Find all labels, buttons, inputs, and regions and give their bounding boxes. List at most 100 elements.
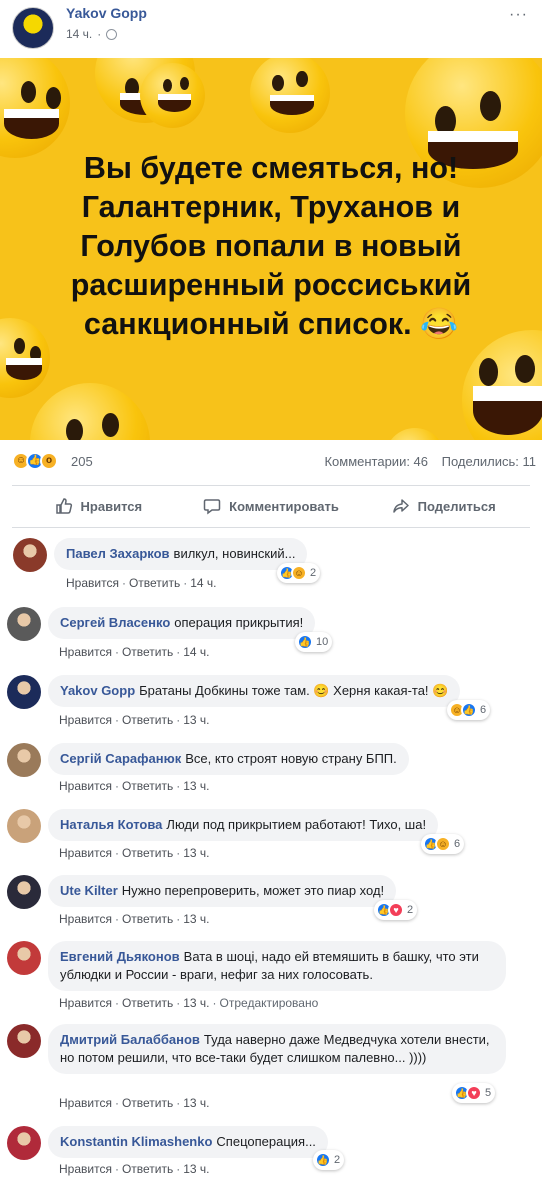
comment-bubble: Konstantin Klimashenko Спецоперация... [48, 1126, 328, 1158]
comment-label: Комментировать [229, 498, 339, 514]
comment-like-link[interactable]: Нравится [59, 713, 112, 727]
comment-like-link[interactable]: Нравится [59, 912, 112, 926]
comment-time[interactable]: 13 ч. [183, 779, 209, 793]
commenter-avatar[interactable] [7, 743, 41, 777]
reaction-icons[interactable]: ☺ 👍 o [12, 452, 58, 470]
author-name[interactable]: Yakov Gopp [66, 5, 147, 21]
comment-reply-link[interactable]: Ответить [122, 645, 173, 659]
comment-like-link[interactable]: Нравится [66, 576, 119, 590]
comment-author[interactable]: Наталья Котова [60, 817, 162, 832]
comment-bubble: Yakov Gopp Братаны Добкины тоже там. 😊 Хе… [48, 675, 461, 707]
reaction-count: 6 [454, 838, 461, 850]
comment-bubble: Сергій Сарафанюк Все, кто строят новую ст… [48, 743, 409, 775]
commenter-avatar[interactable] [7, 875, 41, 909]
comment-author[interactable]: Евгений Дьяконов [60, 949, 180, 964]
comment-reply-link[interactable]: Ответить [122, 713, 173, 727]
comment-reactions[interactable]: 👍 ☺ 2 [277, 563, 321, 583]
comment-actions: Нравится · Ответить · 13 ч. · Отредактировано [59, 996, 318, 1010]
comment-bubble: Сергей Власенко операция прикрытия! [48, 607, 316, 639]
post-text-line-content: санкционный список. [83, 307, 412, 341]
comment-author[interactable]: Yakov Gopp [60, 683, 135, 698]
comment-reactions[interactable]: 👍 2 [313, 1150, 345, 1170]
comment-reply-link[interactable]: Ответить [122, 996, 173, 1010]
post-meta: 14 ч. · [66, 27, 118, 41]
meta-dot: · [97, 27, 102, 41]
post-header: Yakov Gopp 14 ч. · ··· [0, 0, 542, 56]
comment-reactions[interactable]: 👍 ♥ 5 [452, 1083, 496, 1103]
comment-time[interactable]: 13 ч. [183, 713, 209, 727]
commenter-avatar[interactable] [7, 1126, 41, 1160]
comment-like-link[interactable]: Нравится [59, 645, 112, 659]
share-label: Поделиться [417, 498, 496, 514]
post-stats: Комментарии: 46 Поделились: 11 [314, 454, 536, 469]
comment-time[interactable]: 14 ч. [190, 576, 216, 590]
reaction-count[interactable]: 205 [71, 454, 93, 469]
comment-bubble: Евгений Дьяконов Вата в шоці, надо ей вте… [48, 941, 506, 991]
comment-time[interactable]: 13 ч. [183, 1162, 209, 1176]
comment-like-link[interactable]: Нравится [59, 779, 112, 793]
comment-reactions[interactable]: ☺ 👍 6 [447, 700, 491, 720]
comment-author[interactable]: Сергей Власенко [60, 615, 170, 630]
comment-time[interactable]: 13 ч. [183, 996, 209, 1010]
comment-actions: Нравится · Ответить · 13 ч. [59, 1096, 210, 1110]
comment-reply-link[interactable]: Ответить [122, 779, 173, 793]
commenter-avatar[interactable] [13, 538, 47, 572]
comment-reactions[interactable]: 👍 ♥ 2 [374, 900, 418, 920]
reactions-bar: ☺ 👍 o 205 Комментарии: 46 Поделились: 11 [0, 446, 542, 476]
meta-dot: · [114, 846, 119, 860]
comment-reactions[interactable]: 👍 10 [295, 632, 333, 652]
comment-bubble: Наталья Котова Люди под прикрытием работа… [48, 809, 439, 841]
comment-like-link[interactable]: Нравится [59, 1162, 112, 1176]
like-button[interactable]: Нравится [12, 491, 185, 521]
reaction-count: 2 [334, 1154, 341, 1166]
comment-like-link[interactable]: Нравится [59, 846, 112, 860]
commenter-avatar[interactable] [7, 1024, 41, 1058]
commenter-avatar[interactable] [7, 941, 41, 975]
comment-button[interactable]: Комментировать [185, 491, 358, 521]
meta-dot: · [114, 996, 119, 1010]
post-text-line: Голубов попали в новый [80, 229, 462, 263]
commenter-avatar[interactable] [7, 675, 41, 709]
more-options-icon[interactable]: ··· [509, 6, 528, 24]
reaction-count: 10 [316, 636, 329, 648]
shares-count[interactable]: Поделились: 11 [442, 454, 536, 469]
comment-time[interactable]: 13 ч. [183, 846, 209, 860]
comment-time[interactable]: 14 ч. [183, 645, 209, 659]
post-time[interactable]: 14 ч. [66, 27, 92, 41]
comment-actions: Нравится · Ответить · 14 ч. [66, 576, 217, 590]
post-text-line: Вы будете смеяться, но! [83, 151, 459, 185]
comment-time[interactable]: 13 ч. [183, 912, 209, 926]
divider [12, 527, 530, 528]
like-reaction-icon: 👍 [315, 1152, 331, 1168]
comment-author[interactable]: Сергій Сарафанюк [60, 751, 181, 766]
comment-reply-link[interactable]: Ответить [122, 846, 173, 860]
comment-author[interactable]: Павел Захарков [66, 546, 170, 561]
comment-author[interactable]: Дмитрий Балаббанов [60, 1032, 200, 1047]
post-text-line: расширенный россиський [70, 268, 472, 302]
author-avatar[interactable] [12, 7, 54, 49]
meta-dot: · [176, 846, 181, 860]
commenter-avatar[interactable] [7, 809, 41, 843]
comment-reply-link[interactable]: Ответить [122, 1162, 173, 1176]
laughing-emoji-decoration [30, 383, 150, 440]
comment-reply-link[interactable]: Ответить [122, 912, 173, 926]
comments-count[interactable]: Комментарии: 46 [324, 454, 428, 469]
comment-time[interactable]: 13 ч. [183, 1096, 209, 1110]
meta-dot: · [176, 713, 181, 727]
comment-author[interactable]: Ute Kilter [60, 883, 118, 898]
comment-reply-link[interactable]: Ответить [122, 1096, 173, 1110]
commenter-avatar[interactable] [7, 607, 41, 641]
laughing-emoji-decoration [250, 58, 330, 133]
post-image[interactable]: Вы будете смеяться, но! Галантерник, Тру… [0, 58, 542, 440]
comment-actions: Нравится · Ответить · 13 ч. [59, 846, 210, 860]
reaction-count: 2 [310, 567, 317, 579]
comment-like-link[interactable]: Нравится [59, 996, 112, 1010]
meta-dot: · [114, 1162, 119, 1176]
comment-author[interactable]: Konstantin Klimashenko [60, 1134, 212, 1149]
reaction-count: 6 [480, 704, 487, 716]
comment-like-link[interactable]: Нравится [59, 1096, 112, 1110]
share-button[interactable]: Поделиться [357, 491, 530, 521]
comment-reply-link[interactable]: Ответить [129, 576, 180, 590]
comment-reactions[interactable]: 👍 ☺ 6 [421, 834, 465, 854]
share-icon [392, 499, 409, 513]
